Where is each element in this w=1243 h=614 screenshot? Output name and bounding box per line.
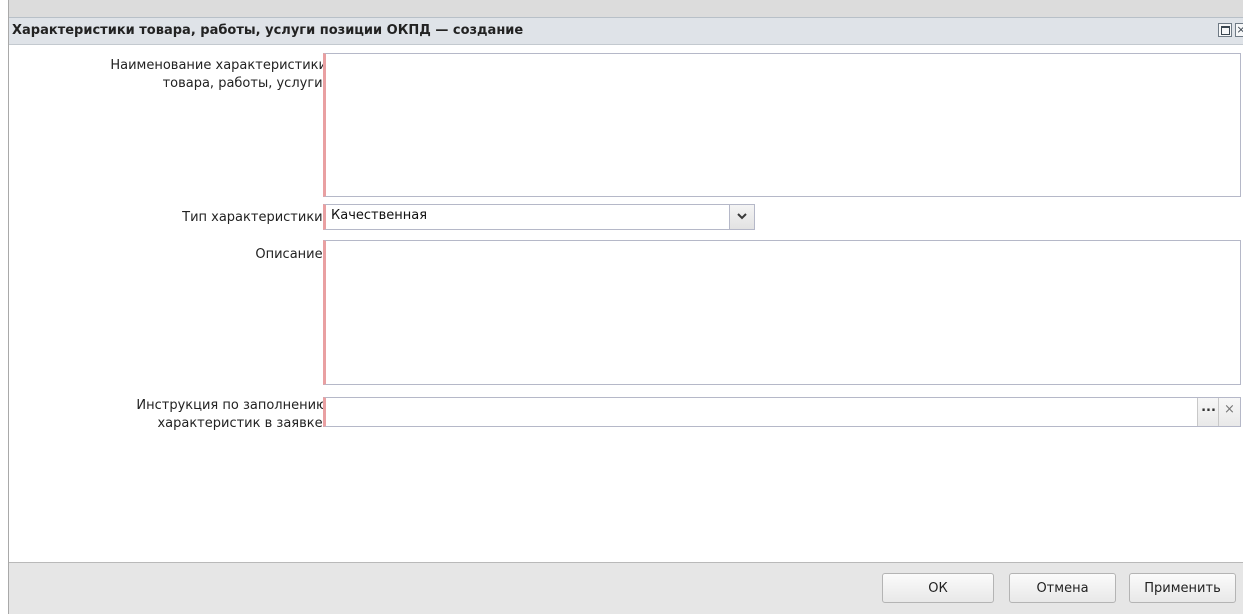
instruction-input[interactable]: ... × xyxy=(323,397,1241,427)
dialog-titlebar[interactable]: Характеристики товара, работы, услуги по… xyxy=(9,17,1243,45)
form-panel: Наименование характеристики товара, рабо… xyxy=(9,45,1243,563)
maximize-icon[interactable] xyxy=(1218,23,1232,37)
apply-button[interactable]: Применить xyxy=(1129,573,1236,603)
clear-icon[interactable]: × xyxy=(1218,398,1240,426)
cancel-button[interactable]: Отмена xyxy=(1009,573,1116,603)
ok-button[interactable]: ОК xyxy=(882,573,994,603)
description-label: Описание: xyxy=(255,247,327,262)
ellipsis-icon[interactable]: ... xyxy=(1197,398,1219,426)
dialog-title: Характеристики товара, работы, услуги по… xyxy=(12,23,524,38)
type-combobox[interactable]: Качественная xyxy=(323,204,755,230)
close-icon[interactable]: × xyxy=(1235,23,1243,37)
instruction-label-line2: характеристик в заявке: xyxy=(157,416,327,431)
instruction-label: Инструкция по заполнению характеристик в… xyxy=(136,397,327,433)
type-combobox-value: Качественная xyxy=(331,208,428,223)
name-textarea[interactable] xyxy=(323,53,1241,197)
dialog-footer: ОК Отмена Применить xyxy=(9,563,1243,614)
instruction-label-line1: Инструкция по заполнению xyxy=(136,398,327,413)
name-label-line1: Наименование характеристики xyxy=(110,58,327,73)
name-label: Наименование характеристики товара, рабо… xyxy=(110,57,327,93)
name-label-line2: товара, работы, услуги: xyxy=(162,76,327,91)
chevron-down-icon[interactable] xyxy=(729,204,755,230)
dialog-window: Характеристики товара, работы, услуги по… xyxy=(8,0,1243,614)
description-textarea[interactable] xyxy=(323,240,1241,385)
type-label: Тип характеристики: xyxy=(182,210,327,225)
